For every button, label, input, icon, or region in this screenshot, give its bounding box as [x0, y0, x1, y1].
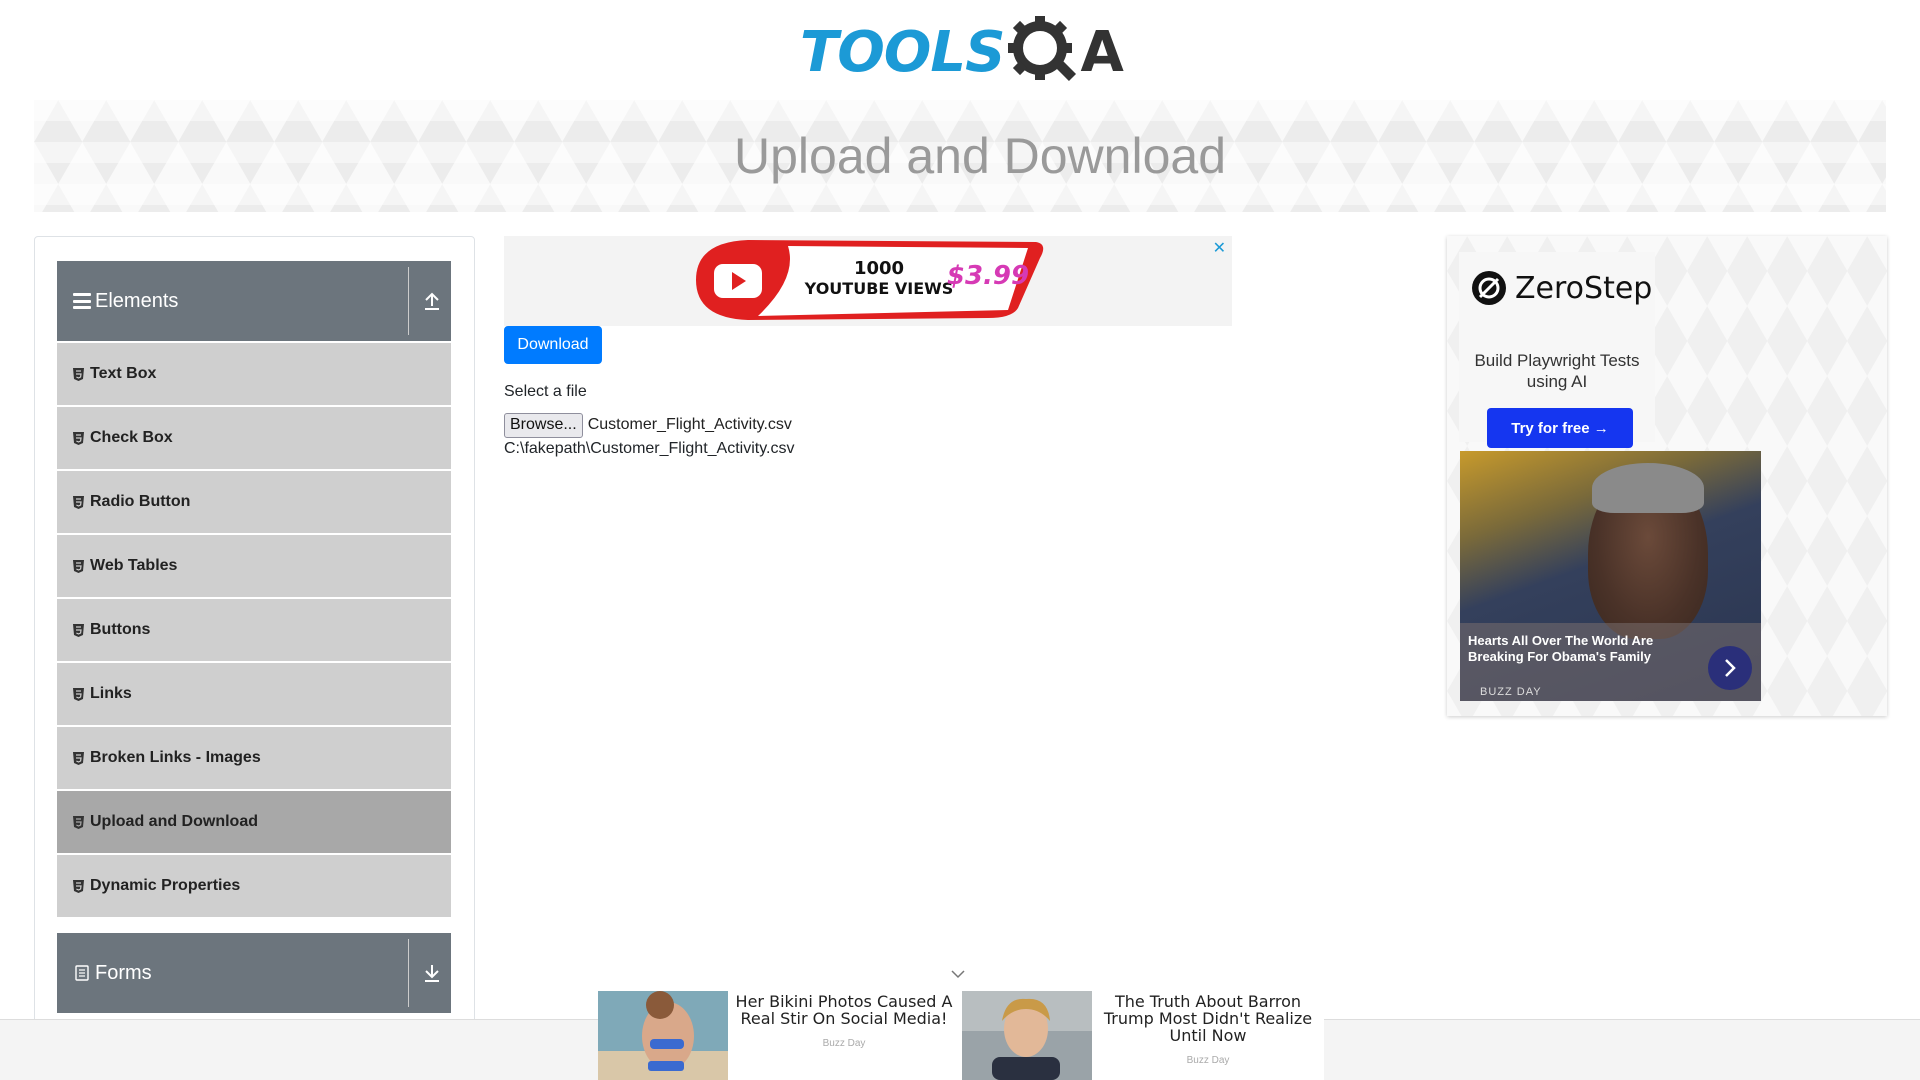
form-icon: [75, 965, 89, 981]
html5-icon: [73, 431, 84, 445]
zerostep-logo: ZeroStep: [1471, 270, 1652, 306]
top-advertisement[interactable]: ✕ 1000 YOUTUBE VIEWS $3.99: [504, 236, 1232, 326]
bottom-ad-source: Buzz Day: [1186, 1055, 1230, 1066]
selected-file-name: Customer_Flight_Activity.csv: [587, 416, 792, 433]
collapse-up-icon[interactable]: [421, 289, 443, 313]
sidebar-item-label: Text Box: [90, 365, 157, 382]
sidebar-item-radio-button[interactable]: Radio Button: [57, 471, 451, 533]
sidebar-item-dynamic-properties[interactable]: Dynamic Properties: [57, 855, 451, 917]
group-header-forms[interactable]: Forms: [57, 933, 451, 1013]
bottom-ad-source: Buzz Day: [822, 1038, 866, 1049]
ad-price: $3.99: [947, 261, 1029, 291]
news-ad-card[interactable]: Hearts All Over The World Are Breaking F…: [1460, 451, 1761, 701]
close-icon[interactable]: ✕: [1213, 238, 1226, 258]
group-title-elements: Elements: [95, 289, 179, 312]
sidebar-item-text-box[interactable]: Text Box: [57, 343, 451, 405]
html5-icon: [73, 623, 84, 637]
bottom-ad-item[interactable]: The Truth About Barron Trump Most Didn't…: [962, 991, 1324, 1080]
page-banner: Upload and Download: [34, 100, 1886, 212]
news-headline: Hearts All Over The World Are Breaking F…: [1468, 633, 1654, 664]
bikini-photo: [598, 991, 728, 1080]
hamburger-icon: [73, 293, 91, 309]
sidebar-item-upload-download[interactable]: Upload and Download: [57, 791, 451, 853]
html5-icon: [73, 751, 84, 765]
uploaded-file-path: C:\fakepath\Customer_Flight_Activity.csv: [504, 440, 795, 457]
select-file-label: Select a file: [504, 383, 587, 400]
bottom-ad-headline: The Truth About Barron Trump Most Didn't…: [1103, 992, 1313, 1045]
html5-icon: [73, 495, 84, 509]
news-photo-detail: [1592, 463, 1704, 513]
sidebar-item-label: Check Box: [90, 429, 173, 446]
sidebar-item-buttons[interactable]: Buttons: [57, 599, 451, 661]
zerostep-logo-icon: [1472, 271, 1506, 305]
bottom-ad-item[interactable]: Her Bikini Photos Caused A Real Stir On …: [598, 991, 960, 1080]
browse-button[interactable]: Browse...: [504, 412, 583, 438]
divider: [408, 267, 409, 335]
expand-down-icon[interactable]: [421, 961, 443, 985]
html5-icon: [73, 815, 84, 829]
divider: [408, 939, 409, 1007]
sidebar-item-label: Web Tables: [90, 557, 178, 574]
sidebar-item-label: Radio Button: [90, 493, 191, 510]
bottom-advertisement[interactable]: Her Bikini Photos Caused A Real Stir On …: [598, 991, 1324, 1080]
html5-icon: [73, 879, 84, 893]
group-title-forms: Forms: [95, 961, 152, 984]
logo-a-text: A: [1080, 19, 1123, 85]
toolsqa-logo[interactable]: TOOLS A: [800, 14, 1124, 90]
zerostep-brand: ZeroStep: [1515, 270, 1653, 306]
sidebar-item-label: Broken Links - Images: [90, 749, 261, 766]
html5-icon: [73, 559, 84, 573]
ad-line2: YOUTUBE VIEWS: [804, 279, 954, 298]
html5-icon: [73, 367, 84, 381]
bottom-ad-headline: Her Bikini Photos Caused A Real Stir On …: [735, 992, 953, 1028]
youtube-views-ad-image: 1000 YOUTUBE VIEWS $3.99: [696, 240, 1044, 320]
zerostep-tagline: Build Playwright Tests using AI: [1474, 351, 1640, 391]
page-title: Upload and Download: [733, 128, 1227, 184]
left-panel: Elements Text Box Check Box Radio Button…: [34, 236, 475, 1080]
ad-line1: 1000: [854, 258, 904, 279]
html5-icon: [73, 687, 84, 701]
file-upload-input[interactable]: Browse... Customer_Flight_Activity.csv: [504, 412, 792, 438]
download-button[interactable]: Download: [504, 326, 602, 364]
sidebar-item-label: Links: [90, 685, 132, 702]
sidebar-item-check-box[interactable]: Check Box: [57, 407, 451, 469]
sidebar-item-label: Buttons: [90, 621, 151, 638]
try-for-free-button[interactable]: Try for free →: [1487, 408, 1633, 448]
chevron-right-icon: [1725, 659, 1736, 677]
chevron-down-icon[interactable]: [950, 968, 966, 980]
sidebar-item-label: Dynamic Properties: [90, 877, 241, 894]
next-arrow-button[interactable]: [1708, 646, 1752, 690]
sidebar-item-broken-links[interactable]: Broken Links - Images: [57, 727, 451, 789]
news-source: BUZZ DAY: [1480, 686, 1542, 698]
gear-icon: [1008, 16, 1077, 82]
logo-tools-text: TOOLS: [800, 19, 1005, 85]
sidebar-item-web-tables[interactable]: Web Tables: [57, 535, 451, 597]
header: TOOLS A: [0, 0, 1920, 100]
boy-photo: [962, 991, 1092, 1080]
zerostep-ad-card[interactable]: ZeroStep Build Playwright Tests using AI…: [1459, 252, 1655, 448]
sidebar-item-links[interactable]: Links: [57, 663, 451, 725]
sidebar-item-label: Upload and Download: [90, 813, 258, 830]
right-advertisement[interactable]: ZeroStep Build Playwright Tests using AI…: [1447, 236, 1887, 716]
group-header-elements[interactable]: Elements: [57, 261, 451, 341]
